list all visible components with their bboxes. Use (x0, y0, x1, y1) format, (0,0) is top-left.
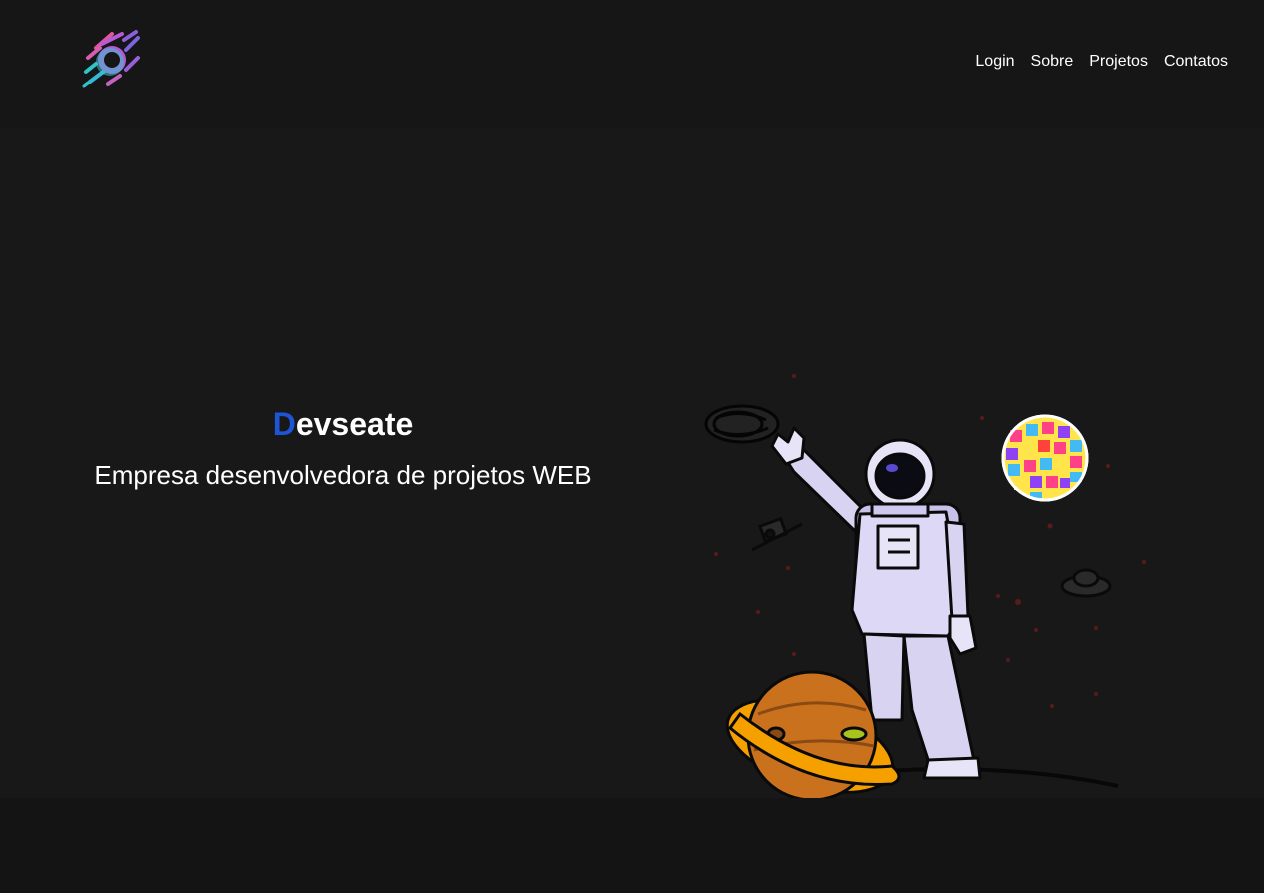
brand-initial: D (272, 406, 296, 442)
comet-logo-icon[interactable] (80, 28, 144, 92)
brand-title: Devseate (0, 404, 686, 444)
hero-text: Devseate Empresa desenvolvedora de proje… (0, 404, 686, 492)
site-header: Login Sobre Projetos Contatos (0, 0, 1264, 128)
astronaut-space-illustration (704, 374, 1146, 802)
nav-contatos-link[interactable]: Contatos (1164, 50, 1228, 74)
nav-projetos-link[interactable]: Projetos (1089, 50, 1148, 74)
nav-login-link[interactable]: Login (975, 50, 1014, 74)
nav-sobre-link[interactable]: Sobre (1031, 50, 1074, 74)
hero-tagline: Empresa desenvolvedora de projetos WEB (94, 460, 592, 490)
footer-band (0, 798, 1264, 893)
main-nav: Login Sobre Projetos Contatos (975, 50, 1228, 74)
brand-rest: evseate (295, 406, 414, 442)
hero-section: Devseate Empresa desenvolvedora de proje… (0, 128, 1264, 802)
